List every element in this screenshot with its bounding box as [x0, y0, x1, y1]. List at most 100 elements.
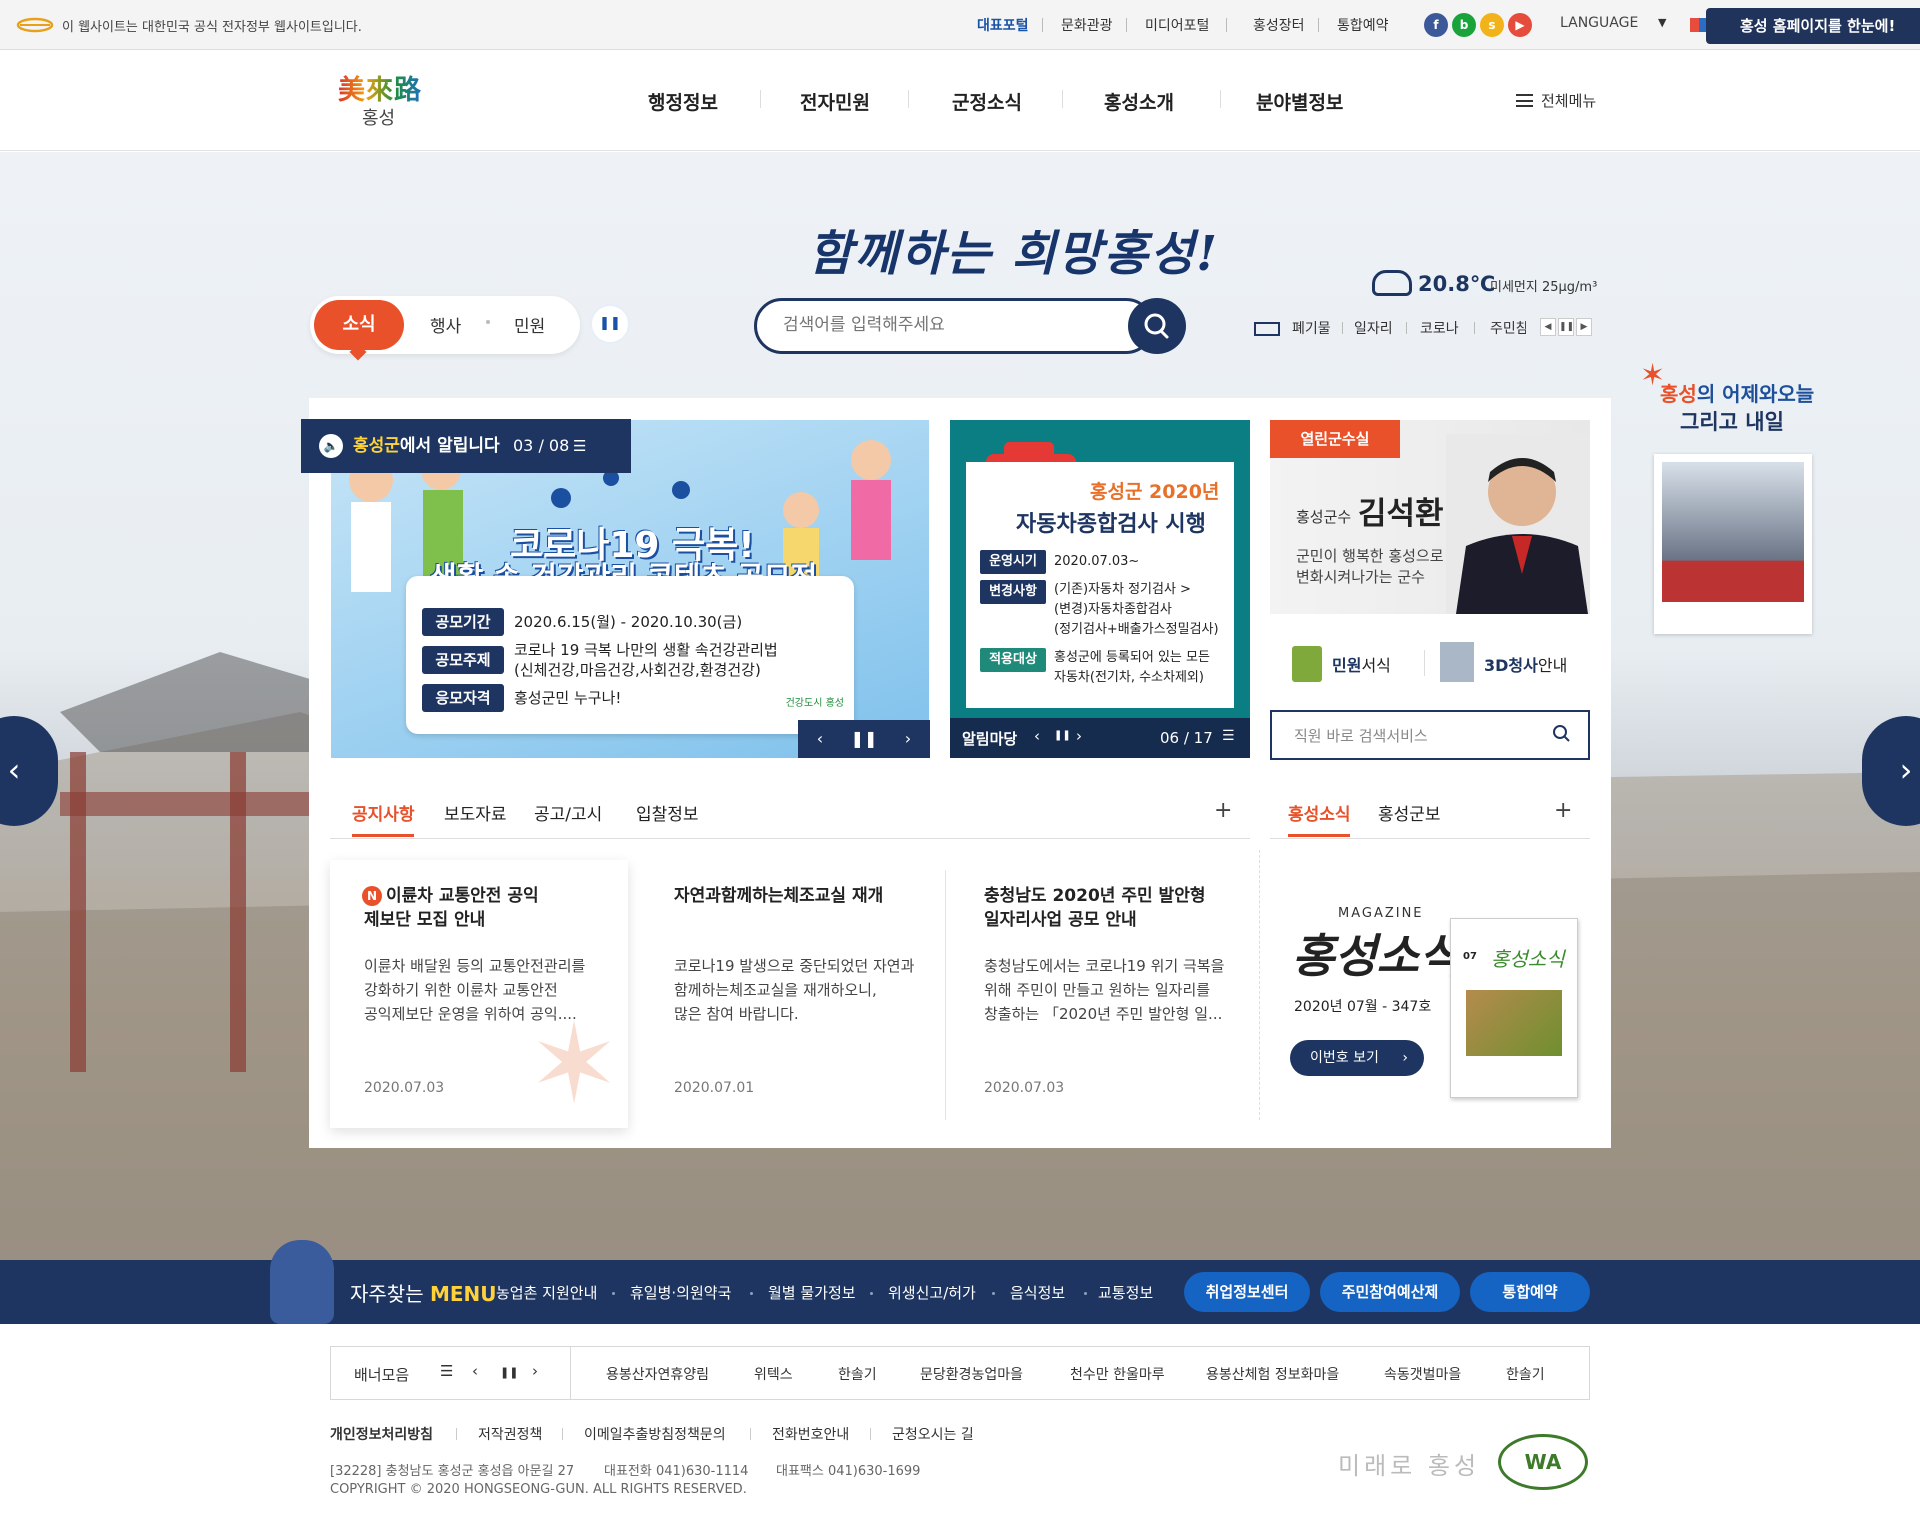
freq-link[interactable]: 휴일병·의원약국 — [630, 1282, 731, 1303]
keyword-item[interactable]: 코로나 — [1420, 318, 1459, 338]
search-input[interactable] — [783, 315, 1103, 335]
gnb-intro[interactable]: 홍성소개 — [1104, 88, 1174, 115]
pause-icon[interactable]: ❚❚ — [1558, 318, 1574, 336]
board-item-title[interactable]: 이륜차 교통안전 공익 — [386, 884, 539, 908]
chevron-left-icon[interactable]: ‹ — [472, 1362, 478, 1380]
search-icon — [1144, 313, 1169, 339]
footer-link-copyright[interactable]: 저작권정책 — [478, 1424, 542, 1444]
banner-item[interactable]: 천수만 한울마루 — [1070, 1364, 1165, 1384]
footer-link-email[interactable]: 이메일추출방침정책문의 — [584, 1424, 726, 1444]
governor-photo — [1446, 434, 1590, 614]
info-text: 코로나 19 극복 나만의 생활 속건강관리법 — [514, 641, 778, 659]
gnb-field-info[interactable]: 분야별정보 — [1256, 88, 1343, 115]
youtube-icon[interactable]: ▶ — [1508, 13, 1532, 37]
keyword-item[interactable]: 폐기물 — [1292, 318, 1331, 338]
banner-item[interactable]: 속동갯벌마을 — [1384, 1364, 1461, 1384]
gnb-news[interactable]: 군정소식 — [952, 88, 1022, 115]
all-menu-button[interactable]: 전체메뉴 — [1541, 90, 1596, 111]
hamburger-icon[interactable] — [1516, 94, 1533, 107]
hall-3d-link[interactable]: 3D청사안내 — [1484, 652, 1567, 676]
blog-icon[interactable]: b — [1452, 13, 1476, 37]
keyword-item[interactable]: 일자리 — [1354, 318, 1393, 338]
civil-form-link[interactable]: 민원서식 — [1332, 652, 1391, 676]
board-item-body: 강화하기 위한 이륜차 교통안전 — [364, 981, 558, 999]
footer-tel: 대표전화 041)630-1114 — [604, 1464, 749, 1479]
util-link-media[interactable]: 미디어포털 — [1145, 15, 1209, 35]
keyword-divider — [1406, 322, 1407, 334]
tab-press[interactable]: 보도자료 — [444, 800, 507, 825]
pause-icon[interactable]: ❚❚ — [590, 304, 630, 344]
freq-link[interactable]: 교통정보 — [1098, 1282, 1153, 1303]
freq-dot — [750, 1292, 753, 1295]
tab-civil[interactable]: 민원 — [514, 312, 545, 337]
gov-notice: 이 웹사이트는 대한민국 공식 전자정부 웹사이트입니다. — [62, 20, 362, 35]
list-icon[interactable]: ☰ — [1222, 728, 1235, 744]
participatory-budget-button[interactable]: 주민참여예산제 — [1320, 1272, 1460, 1312]
search-icon[interactable] — [1550, 722, 1574, 746]
util-link-reservation[interactable]: 통합예약 — [1337, 15, 1389, 35]
language-select[interactable]: LANGUAGE — [1560, 15, 1638, 31]
list-icon[interactable]: ☰ — [440, 1362, 453, 1380]
gnb-eservice[interactable]: 전자민원 — [800, 88, 870, 115]
banner-item[interactable]: 용봉산체험 정보화마을 — [1206, 1364, 1339, 1384]
site-logo[interactable]: 美來路 — [338, 68, 422, 107]
chevron-right-icon[interactable]: ▶ — [1576, 318, 1592, 336]
tab-event[interactable]: 행사 — [430, 312, 461, 337]
cover-title: 홍성소식 — [1491, 947, 1565, 971]
freq-dot — [612, 1292, 615, 1295]
history-promo-title[interactable]: 홍성의 어제와오늘 — [1660, 378, 1814, 407]
banner-item[interactable]: 문당환경농업마을 — [920, 1364, 1023, 1384]
banner-item[interactable]: 용봉산자연휴양림 — [606, 1364, 709, 1384]
freq-link[interactable]: 월별 물가정보 — [768, 1282, 856, 1303]
board-item-title[interactable]: 제보단 모집 안내 — [364, 908, 485, 932]
list-icon[interactable]: ☰ — [573, 419, 586, 473]
board-item-title[interactable]: 자연과함께하는체조교실 재개 — [674, 884, 883, 908]
footer-link-privacy[interactable]: 개인정보처리방침 — [330, 1424, 433, 1444]
chevron-right-icon[interactable]: › — [1076, 727, 1082, 745]
tab-announcement[interactable]: 공고/고시 — [534, 800, 602, 825]
gnb-divider — [1220, 90, 1221, 108]
site-map-promo-button[interactable]: 홍성 홈페이지를 한눈에! — [1706, 8, 1920, 44]
banner-item[interactable]: 위텍스 — [754, 1364, 793, 1384]
egov-logo-icon — [16, 17, 54, 33]
tab-notice[interactable]: 공지사항 — [352, 800, 415, 825]
util-link-culture[interactable]: 문화관광 — [1061, 15, 1113, 35]
integrated-reservation-button[interactable]: 통합예약 — [1470, 1272, 1590, 1312]
next-slide-button[interactable]: › — [1862, 716, 1920, 826]
board-item-title[interactable]: 일자리사업 공모 안내 — [984, 908, 1137, 932]
story-icon[interactable]: s — [1480, 13, 1504, 37]
freq-link[interactable]: 농업촌 지원안내 — [496, 1282, 597, 1303]
footer-link-directions[interactable]: 군청오시는 길 — [892, 1424, 974, 1444]
footer-link-phone[interactable]: 전화번호안내 — [772, 1424, 849, 1444]
history-promo-subtitle: 그리고 내일 — [1680, 410, 1784, 434]
util-link-portal[interactable]: 대표포털 — [977, 15, 1029, 35]
pause-icon[interactable]: ❚❚ — [1054, 730, 1071, 741]
keyword-item[interactable]: 주민참 — [1490, 318, 1526, 338]
chevron-left-icon[interactable]: ‹ — [798, 720, 842, 758]
banner-item[interactable]: 한솔기 — [1506, 1364, 1545, 1384]
footer-divider — [456, 1428, 457, 1440]
facebook-icon[interactable]: f — [1424, 13, 1448, 37]
tab-county-bulletin[interactable]: 홍성군보 — [1378, 800, 1441, 825]
more-button[interactable]: + — [1554, 798, 1572, 823]
pause-icon[interactable]: ❚❚ — [500, 1366, 518, 1379]
chevron-left-icon[interactable]: ◀ — [1540, 318, 1556, 336]
freq-link[interactable]: 음식정보 — [1010, 1282, 1065, 1303]
job-center-button[interactable]: 취업정보센터 — [1184, 1272, 1310, 1312]
chevron-left-icon[interactable]: ‹ — [1034, 727, 1040, 745]
more-button[interactable]: + — [1214, 798, 1232, 823]
util-link-market[interactable]: 홍성장터 — [1253, 15, 1305, 35]
pause-icon[interactable]: ❚❚ — [842, 720, 886, 758]
chevron-right-icon[interactable]: › — [532, 1362, 538, 1380]
search-button[interactable] — [1128, 298, 1186, 354]
chevron-right-icon[interactable]: › — [886, 720, 930, 758]
current-issue-button[interactable]: 이번호 보기 › — [1290, 1040, 1424, 1076]
tab-hongseong-news[interactable]: 홍성소식 — [1288, 800, 1351, 825]
gnb-admin[interactable]: 행정정보 — [648, 88, 718, 115]
tab-news[interactable]: 소식 — [314, 300, 404, 350]
board-item-body: 이륜차 배달원 등의 교통안전관리를 — [364, 957, 586, 975]
tab-bid[interactable]: 입찰정보 — [636, 800, 699, 825]
freq-link[interactable]: 위생신고/허가 — [888, 1282, 976, 1303]
banner-item[interactable]: 한솔기 — [838, 1364, 877, 1384]
board-item-title[interactable]: 충청남도 2020년 주민 발안형 — [984, 884, 1205, 908]
